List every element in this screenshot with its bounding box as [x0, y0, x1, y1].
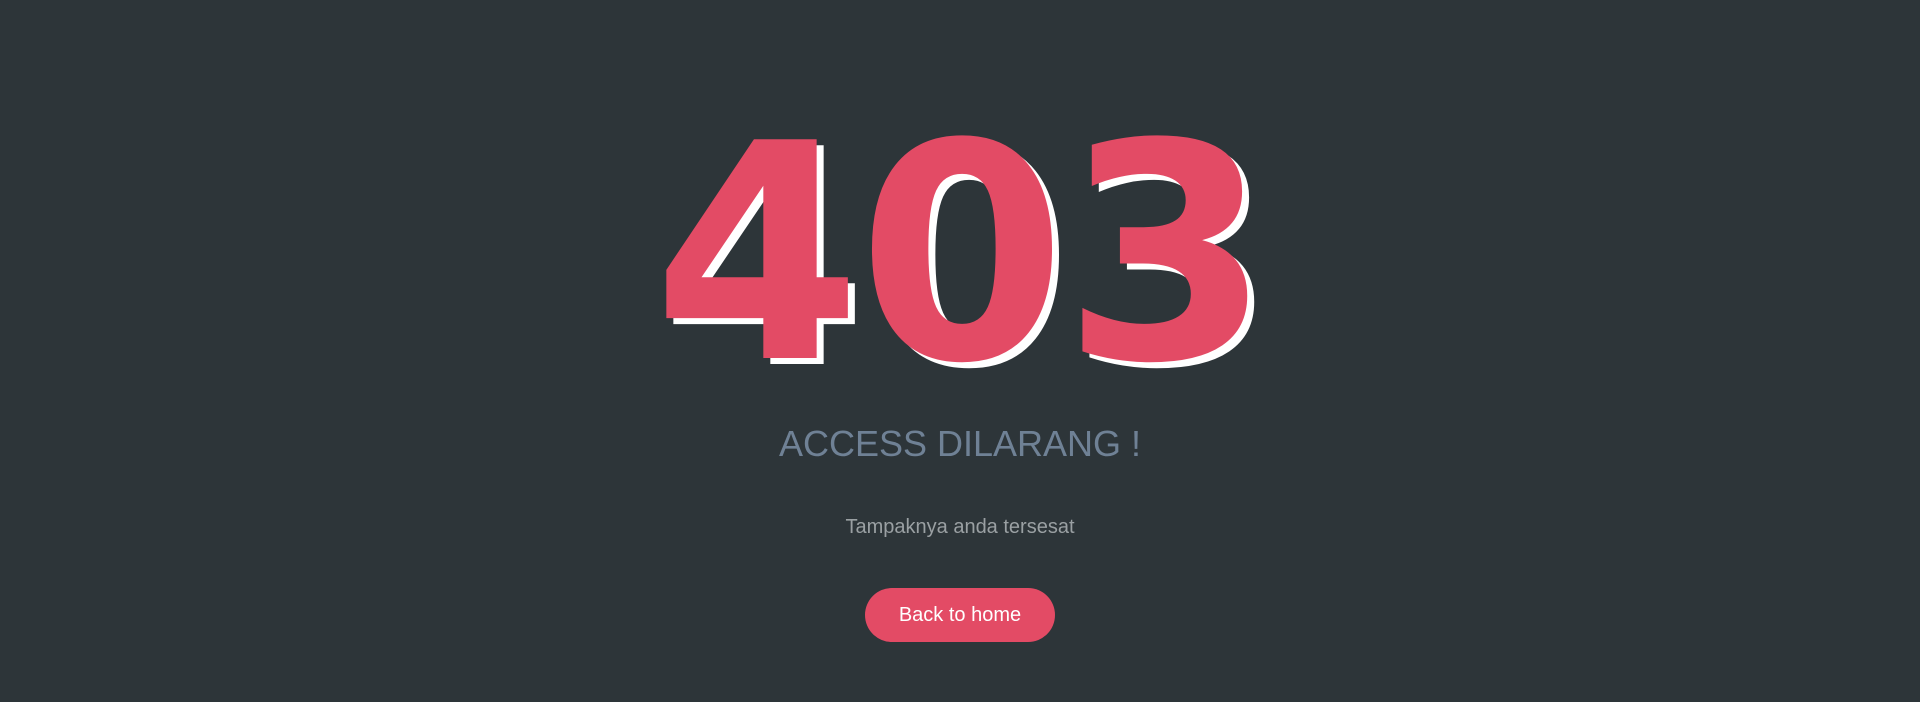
- error-code: 403: [652, 80, 1271, 429]
- error-title: ACCESS DILARANG !: [778, 423, 1142, 464]
- error-page: 403 ACCESS DILARANG ! Tampaknya anda ter…: [0, 0, 1920, 702]
- error-message: Tampaknya anda tersesat: [845, 516, 1075, 538]
- back-to-home-button[interactable]: Back to home: [865, 588, 1055, 642]
